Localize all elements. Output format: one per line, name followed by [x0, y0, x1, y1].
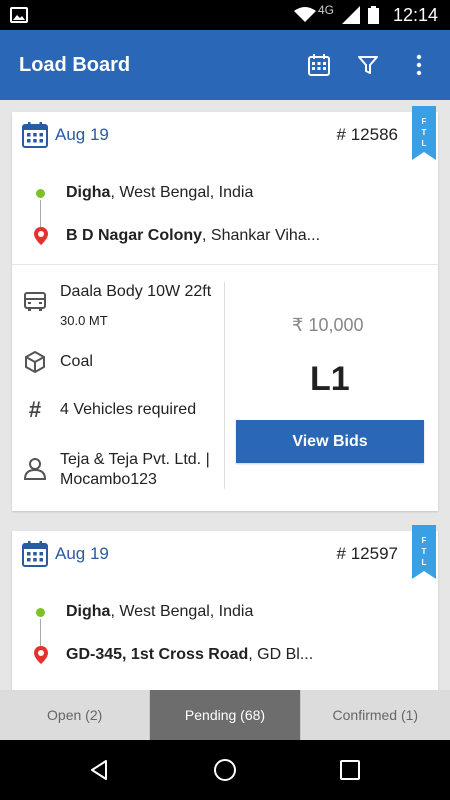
home-icon [214, 759, 236, 781]
signal-icon [341, 6, 360, 24]
app-bar: Load Board [0, 30, 450, 100]
truck-type: Daala Body 10W 22ft [60, 283, 212, 300]
destination-location: B D Nagar Colony, Shankar Viha... [66, 227, 321, 244]
back-icon [91, 760, 107, 780]
calendar-button[interactable] [304, 50, 334, 80]
divider [12, 264, 438, 265]
load-list[interactable]: Aug 19 # 12586 F T L Digha, West Bengal,… [0, 100, 450, 690]
ftl-badge-letter: T [421, 128, 427, 137]
ftl-badge-letter: T [421, 547, 427, 556]
battery-icon [367, 6, 379, 24]
filter-button[interactable] [353, 50, 383, 80]
destination-pin-icon [34, 227, 48, 245]
tab-confirmed[interactable]: Confirmed (1) [300, 690, 450, 740]
back-button[interactable] [84, 755, 114, 785]
status-bar: 4G 12:14 [0, 0, 450, 30]
view-bids-button[interactable]: View Bids [236, 420, 424, 463]
material: Coal [60, 353, 93, 370]
ftl-badge-letter: L [421, 139, 427, 148]
ftl-badge-letter: L [421, 558, 427, 567]
load-id: # 12597 [336, 544, 398, 563]
load-card[interactable]: Aug 19 # 12586 F T L Digha, West Bengal,… [12, 106, 438, 511]
gallery-notification-icon [10, 7, 28, 23]
divider [224, 282, 225, 489]
load-date: Aug 19 [55, 125, 109, 144]
status-tabs: Open (2) Pending (68) Confirmed (1) [0, 690, 450, 740]
bid-price: ₹ 10,000 [292, 315, 364, 335]
recents-icon [340, 760, 360, 780]
vehicle-count: 4 Vehicles required [60, 401, 197, 418]
network-type: 4G [317, 3, 334, 17]
company-name: Teja & Teja Pvt. Ltd. | [60, 451, 210, 468]
more-vert-icon [416, 54, 422, 76]
clock: 12:14 [392, 4, 438, 25]
calendar-icon [22, 541, 48, 567]
destination-pin-icon [34, 646, 48, 664]
tab-pending[interactable]: Pending (68) [150, 690, 301, 740]
route-line [40, 200, 41, 228]
load-weight: 30.0 MT [60, 313, 108, 328]
load-id: # 12586 [336, 125, 398, 144]
wifi-icon [293, 7, 316, 22]
origin-dot-icon [36, 608, 45, 617]
package-icon [22, 349, 48, 375]
hash-icon: # [28, 397, 42, 422]
route-line [40, 619, 41, 647]
person-icon [22, 455, 48, 481]
company-id: Mocambo123 [60, 471, 157, 488]
tab-open[interactable]: Open (2) [0, 690, 151, 740]
origin-dot-icon [36, 189, 45, 198]
load-date: Aug 19 [55, 544, 109, 563]
page-title: Load Board [19, 54, 131, 76]
filter-icon [358, 56, 378, 74]
truck-icon [22, 289, 48, 315]
calendar-icon [22, 122, 48, 148]
home-button[interactable] [210, 755, 240, 785]
origin-location: Digha, West Bengal, India [66, 603, 254, 620]
load-card[interactable]: Aug 19 # 12597 F T L Digha, West Bengal,… [12, 525, 438, 690]
calendar-icon [308, 54, 330, 76]
ftl-badge-letter: F [421, 117, 427, 126]
recents-button[interactable] [335, 755, 365, 785]
origin-location: Digha, West Bengal, India [66, 184, 254, 201]
overflow-menu-button[interactable] [404, 50, 434, 80]
destination-location: GD-345, 1st Cross Road, GD Bl... [66, 646, 314, 663]
ftl-badge-letter: F [421, 536, 427, 545]
bid-rank: L1 [310, 360, 350, 398]
system-nav-bar [0, 740, 450, 800]
